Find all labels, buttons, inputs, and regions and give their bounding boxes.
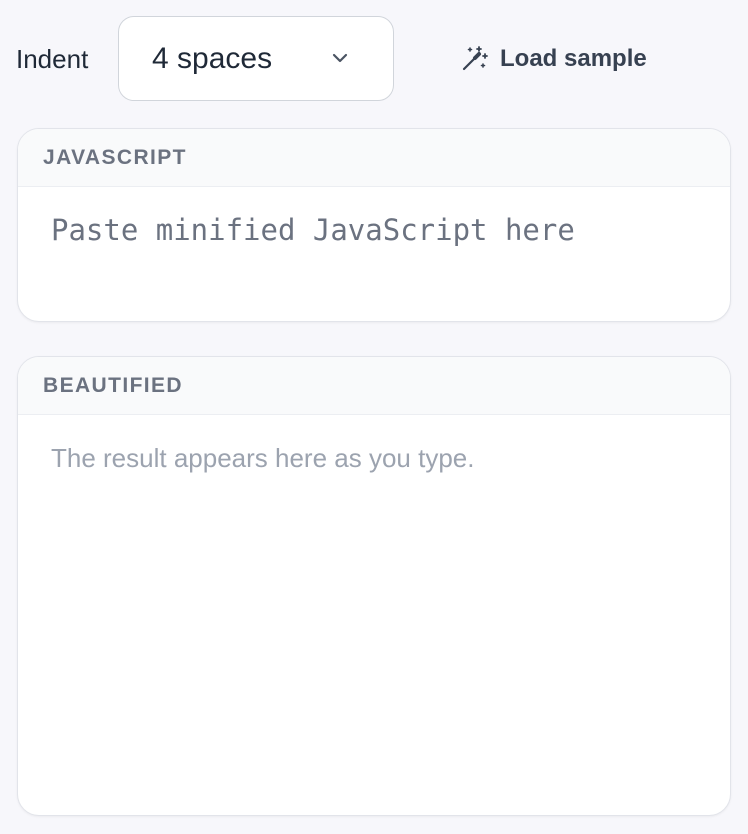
- beautified-placeholder: The result appears here as you type.: [51, 443, 475, 473]
- javascript-panel-header: JAVASCRIPT: [18, 129, 730, 187]
- load-sample-button[interactable]: Load sample: [460, 40, 647, 78]
- indent-label: Indent: [16, 44, 89, 74]
- load-sample-label: Load sample: [500, 45, 647, 72]
- beautified-panel: BEAUTIFIED The result appears here as yo…: [17, 356, 731, 816]
- javascript-panel: JAVASCRIPT: [17, 128, 731, 322]
- javascript-input[interactable]: [18, 187, 730, 321]
- beautified-panel-header: BEAUTIFIED: [18, 357, 730, 415]
- magic-wand-icon: [462, 46, 488, 71]
- chevron-down-icon: [332, 53, 348, 63]
- indent-select[interactable]: 4 spaces: [118, 16, 394, 101]
- indent-select-value: 4 spaces: [152, 42, 273, 75]
- beautified-panel-title: BEAUTIFIED: [43, 373, 183, 397]
- beautified-output[interactable]: The result appears here as you type.: [18, 415, 730, 501]
- javascript-panel-title: JAVASCRIPT: [43, 145, 187, 169]
- toolbar: Indent 4 spaces Load sample: [0, 0, 748, 118]
